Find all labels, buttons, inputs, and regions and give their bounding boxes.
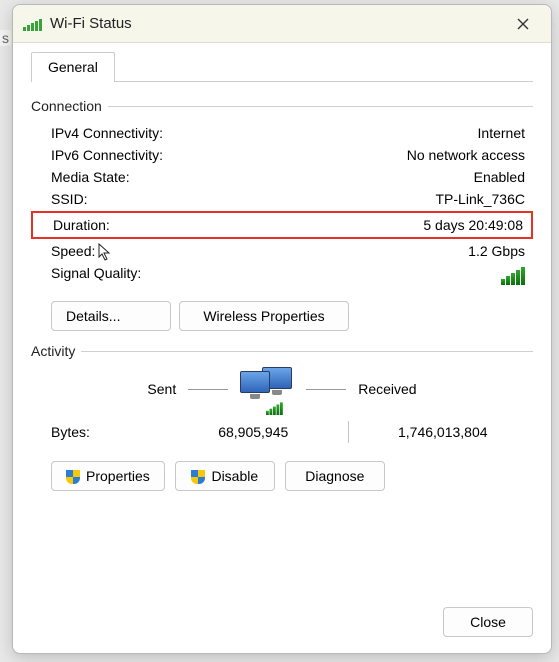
duration-highlight-box: Duration: 5 days 20:49:08 [31, 211, 533, 239]
wifi-signal-icon [23, 17, 42, 31]
window-title: Wi-Fi Status [50, 15, 132, 32]
signal-quality-row: Signal Quality: [31, 262, 533, 291]
signal-bars-icon [501, 265, 525, 285]
ipv4-label: IPv4 Connectivity: [51, 125, 221, 141]
connection-buttons: Details... Wireless Properties [51, 301, 533, 331]
bytes-sent-value: 68,905,945 [171, 424, 336, 440]
received-line [306, 389, 346, 390]
ipv6-label: IPv6 Connectivity: [51, 147, 221, 163]
properties-button-label: Properties [86, 468, 150, 484]
close-icon[interactable] [505, 10, 541, 38]
close-button[interactable]: Close [443, 607, 533, 637]
bytes-row: Bytes: 68,905,945 1,746,013,804 [31, 417, 533, 447]
connection-section-label: Connection [31, 98, 533, 114]
sent-label: Sent [147, 381, 176, 397]
background-fragment: s [0, 30, 11, 46]
activity-section-label: Activity [31, 343, 533, 359]
signal-quality-label: Signal Quality: [51, 265, 221, 288]
ipv6-row: IPv6 Connectivity: No network access [31, 144, 533, 166]
ssid-label: SSID: [51, 191, 221, 207]
content-area: General Connection IPv4 Connectivity: In… [13, 43, 551, 597]
connection-label-text: Connection [31, 98, 102, 114]
media-state-row: Media State: Enabled [31, 166, 533, 188]
details-button[interactable]: Details... [51, 301, 171, 331]
bytes-divider [348, 421, 349, 443]
wireless-properties-button[interactable]: Wireless Properties [179, 301, 349, 331]
sent-line [188, 389, 228, 390]
bytes-label: Bytes: [51, 424, 171, 440]
ssid-value: TP-Link_736C [221, 191, 533, 207]
titlebar[interactable]: Wi-Fi Status [13, 5, 551, 43]
speed-row: Speed: 1.2 Gbps [31, 240, 533, 262]
speed-label: Speed: [51, 243, 221, 259]
activity-label-text: Activity [31, 343, 75, 359]
duration-label: Duration: [53, 217, 223, 233]
disable-button-label: Disable [211, 468, 258, 484]
ipv4-value: Internet [221, 125, 533, 141]
shield-icon [191, 470, 205, 484]
activity-graphic: Sent Received [31, 367, 533, 411]
shield-icon [66, 470, 80, 484]
activity-buttons: Properties Disable Diagnose [51, 461, 533, 491]
media-state-value: Enabled [221, 169, 533, 185]
duration-value: 5 days 20:49:08 [223, 217, 531, 233]
network-monitors-icon [240, 367, 294, 411]
media-state-label: Media State: [51, 169, 221, 185]
tab-general[interactable]: General [31, 52, 115, 82]
bytes-received-value: 1,746,013,804 [361, 424, 526, 440]
duration-row: Duration: 5 days 20:49:08 [53, 214, 531, 236]
tabstrip: General [31, 51, 533, 82]
diagnose-button[interactable]: Diagnose [285, 461, 385, 491]
ipv6-value: No network access [221, 147, 533, 163]
wifi-status-window: Wi-Fi Status General Connection IPv4 Con… [12, 4, 552, 654]
speed-value: 1.2 Gbps [221, 243, 533, 259]
ssid-row: SSID: TP-Link_736C [31, 188, 533, 210]
signal-quality-value [221, 265, 533, 288]
properties-button[interactable]: Properties [51, 461, 165, 491]
ipv4-row: IPv4 Connectivity: Internet [31, 122, 533, 144]
received-label: Received [358, 381, 416, 397]
disable-button[interactable]: Disable [175, 461, 275, 491]
footer: Close [13, 597, 551, 653]
